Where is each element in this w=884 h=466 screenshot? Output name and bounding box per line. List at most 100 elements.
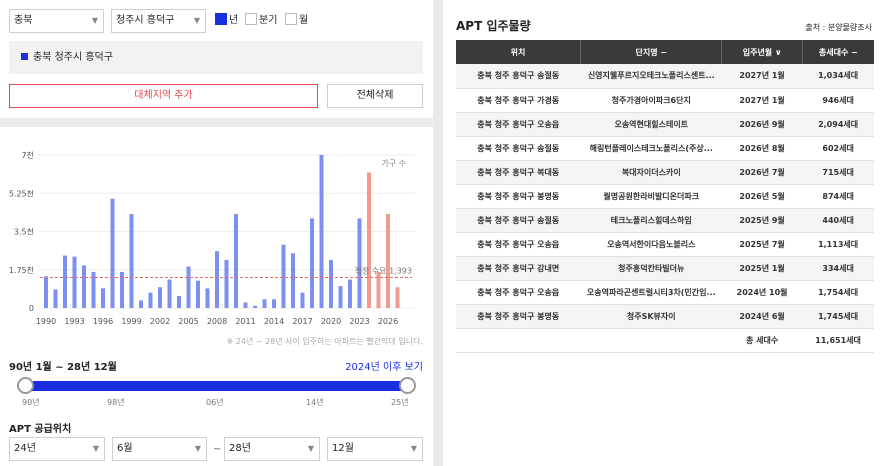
chevron-down-icon: ▼	[307, 444, 314, 453]
table-row[interactable]: 충북 청주 흥덕구 오송읍 오송역서한이다음노블리스 2025년 7월 1,113세대	[456, 232, 874, 257]
chevron-down-icon: ▼	[194, 444, 201, 453]
table-cell: 2025년 7월	[721, 232, 803, 257]
table-cell: 청주흥덕칸타빌더뉴	[580, 256, 722, 281]
supply-from-month-select[interactable]: 6월 ▼	[112, 437, 207, 461]
bar-2022	[348, 279, 352, 308]
bar-2006	[196, 280, 200, 308]
add-region-button[interactable]: 대체지역 추가	[9, 84, 318, 108]
y-tick-label: 5.25천	[9, 188, 34, 198]
delete-all-button[interactable]: 전체삭제	[327, 84, 423, 108]
x-tick-label: 1996	[93, 317, 113, 326]
x-tick-label: 2008	[207, 317, 227, 326]
selected-region: 충북 청주시 흥덕구	[9, 41, 423, 74]
apt-table-body: 충북 청주 흥덕구 송절동 신영지웰푸르지오테크노폴리스센트... 2027년 1월…	[456, 64, 874, 353]
range-tick: 98년	[107, 398, 125, 407]
table-cell: 충북 청주 흥덕구 복대동	[456, 160, 581, 185]
source-label: 출처 : 분양물량조사	[805, 23, 872, 32]
table-cell: 오송역서한이다음노블리스	[580, 232, 722, 257]
table-cell: 해링턴플레이스테크노폴리스(주상...	[580, 136, 722, 161]
province-select[interactable]: 충북 ▼	[9, 9, 104, 33]
bar-2011	[243, 302, 248, 308]
district-select[interactable]: 청주시 흥덕구 ▼	[111, 9, 206, 33]
bar-1999	[129, 214, 134, 308]
bar-1990	[44, 276, 48, 308]
table-row[interactable]: 충북 청주 흥덕구 봉명동 월명공원한라비발디온더파크 2026년 5월 874세대	[456, 184, 874, 209]
table-cell: 11,651세대	[802, 328, 874, 353]
table-row[interactable]: 충북 청주 흥덕구 복대동 복대자이더스카이 2026년 7월 715세대	[456, 160, 874, 185]
bar-1991	[53, 289, 58, 308]
to-month-value: 12월	[332, 443, 354, 454]
table-row[interactable]: 충북 청주 흥덕구 가경동 청주가경아이파크6단지 2027년 1월 946세대	[456, 88, 874, 113]
table-cell: 2025년 1월	[721, 256, 803, 281]
table-cell: 테크노폴리스힐데스하임	[580, 208, 722, 233]
range-tick: 25년	[391, 398, 409, 407]
range-slider-track[interactable]	[25, 381, 407, 391]
checkbox-icon	[285, 13, 297, 25]
period-quarter-checkbox[interactable]: 분기	[245, 13, 277, 29]
table-cell: 874세대	[802, 184, 874, 209]
bar-2020	[329, 259, 333, 308]
column-header-move-in[interactable]: 입주년월 ∨	[721, 40, 803, 64]
table-row[interactable]: 충북 청주 흥덕구 송절동 해링턴플레이스테크노폴리스(주상... 2026년 8월…	[456, 136, 874, 161]
bar-2027	[395, 287, 400, 308]
from-year-value: 24년	[14, 443, 36, 454]
table-row[interactable]: 충북 청주 흥덕구 봉명동 청주SK뷰자이 2024년 6월 1,745세대	[456, 304, 874, 329]
bar-2003	[167, 279, 172, 308]
period-year-label: 년	[229, 15, 239, 26]
table-cell: 602세대	[802, 136, 874, 161]
supply-from-year-select[interactable]: 24년 ▼	[9, 437, 105, 461]
range-slider-start-handle[interactable]	[17, 377, 34, 394]
x-tick-label: 1999	[121, 317, 141, 326]
column-header-households[interactable]: 총세대수 −	[802, 40, 874, 64]
table-cell: 440세대	[802, 208, 874, 233]
chevron-down-icon: ▼	[193, 16, 200, 25]
supply-to-month-select[interactable]: 12월 ▼	[327, 437, 423, 461]
table-cell: 충북 청주 흥덕구 오송읍	[456, 280, 581, 305]
table-cell: 오송역파라곤센트럴시티3차(민간임...	[580, 280, 722, 305]
bar-2019	[319, 155, 324, 308]
column-header-location[interactable]: 위치	[456, 40, 582, 64]
x-tick-label: 2011	[235, 317, 255, 326]
table-row[interactable]: 충북 청주 흥덕구 송절동 신영지웰푸르지오테크노폴리스센트... 2027년 1월…	[456, 64, 874, 89]
table-row[interactable]: 충북 청주 흥덕구 송절동 테크노폴리스힐데스하임 2025년 9월 440세대	[456, 208, 874, 233]
range-tilde: ~	[213, 444, 222, 455]
x-tick-label: 2002	[150, 317, 170, 326]
bar-2007	[205, 288, 210, 308]
period-quarter-label: 분기	[259, 15, 278, 26]
bar-1993	[72, 256, 77, 308]
after-2024-link[interactable]: 2024년 이후 보기	[345, 358, 423, 373]
column-header-complex[interactable]: 단지명 −	[580, 40, 723, 64]
table-cell: 충북 청주 흥덕구 봉명동	[456, 304, 581, 329]
x-tick-label: 2014	[264, 317, 284, 326]
x-tick-label: 2020	[321, 317, 341, 326]
chart-note: ※ 24년 ~ 28년 사이 입주하는 아파트는 빨간막대 입니다.	[226, 337, 424, 346]
period-month-checkbox[interactable]: 월	[285, 13, 308, 29]
bar-2000	[139, 300, 143, 308]
table-cell: 충북 청주 흥덕구 송절동	[456, 64, 581, 89]
divider	[0, 118, 433, 127]
bar-2005	[186, 266, 191, 308]
table-cell	[456, 328, 581, 353]
range-slider-end-handle[interactable]	[399, 377, 416, 394]
supply-title: APT 공급위치	[9, 424, 72, 435]
y-tick-label: 7천	[22, 150, 34, 160]
table-row[interactable]: 충북 청주 흥덕구 오송읍 오송역현대힐스테이트 2026년 9월 2,094세대	[456, 112, 874, 137]
x-tick-label: 2017	[292, 317, 312, 326]
bar-2024	[367, 172, 371, 308]
bar-2002	[158, 287, 162, 308]
table-cell: 복대자이더스카이	[580, 160, 722, 185]
table-row[interactable]: 충북 청주 흥덕구 오송읍 오송역파라곤센트럴시티3차(민간임... 2024년 1…	[456, 280, 874, 305]
bar-2013	[262, 299, 267, 308]
bar-2004	[177, 295, 181, 308]
range-tick: 14년	[306, 398, 324, 407]
table-cell: 2026년 9월	[721, 112, 803, 137]
period-year-checkbox[interactable]: 년	[215, 13, 238, 29]
apt-title: APT 입주물량	[456, 19, 531, 33]
table-row[interactable]: 충북 청주 흥덕구 강내면 청주흥덕칸타빌더뉴 2025년 1월 334세대	[456, 256, 874, 281]
bar-2018	[310, 218, 314, 308]
supply-to-year-select[interactable]: 28년 ▼	[224, 437, 320, 461]
table-cell: 충북 청주 흥덕구 봉명동	[456, 184, 581, 209]
to-year-value: 28년	[229, 443, 251, 454]
table-cell: 2027년 1월	[721, 88, 803, 113]
y-tick-label: 1.75천	[9, 265, 34, 275]
